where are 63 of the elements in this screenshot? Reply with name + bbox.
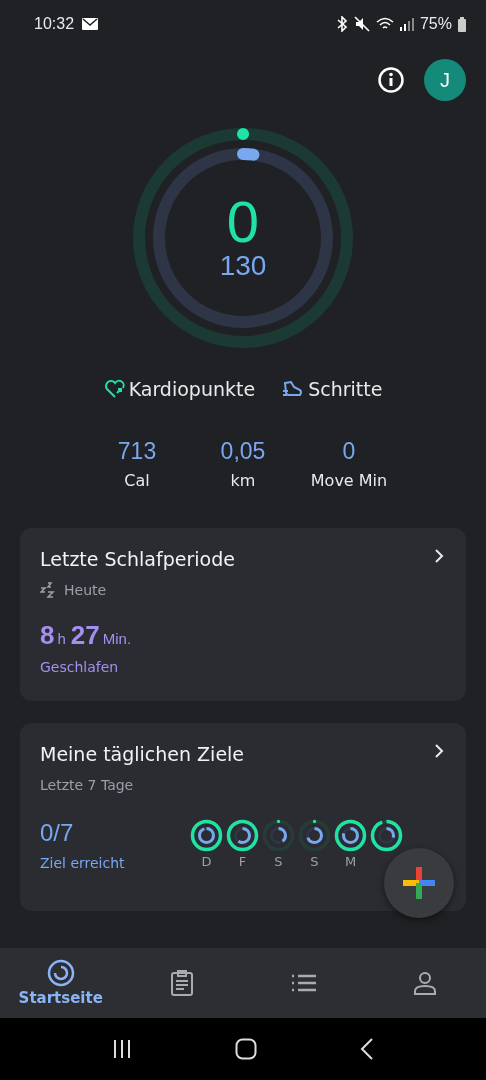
day-steps-ring bbox=[305, 826, 324, 845]
card-title: Meine täglichen Ziele bbox=[40, 743, 245, 765]
chevron-right-icon bbox=[434, 743, 444, 759]
status-time: 10:32 bbox=[34, 15, 75, 33]
day-steps-ring bbox=[341, 826, 360, 845]
bluetooth-icon bbox=[335, 16, 348, 32]
day-cardio-ring bbox=[298, 819, 331, 852]
day-steps-ring bbox=[269, 826, 288, 845]
day-label: F bbox=[238, 854, 247, 869]
day-cardio-ring bbox=[226, 819, 259, 852]
day-cardio-ring bbox=[262, 819, 295, 852]
sleep-date: Heute bbox=[64, 582, 107, 598]
stat-unit: Move Min bbox=[310, 471, 388, 490]
wifi-icon bbox=[375, 17, 394, 31]
goals-count: 0/7 bbox=[40, 819, 75, 847]
card-title: Letzte Schlafperiode bbox=[40, 548, 235, 570]
list-icon bbox=[290, 973, 317, 993]
back-icon[interactable] bbox=[360, 1038, 375, 1060]
goals-caption: Ziel erreicht bbox=[40, 855, 126, 871]
legend-label: Schritte bbox=[308, 378, 383, 400]
day-steps-ring bbox=[233, 826, 252, 845]
goals-card[interactable]: Meine täglichen Ziele Letzte 7 Tage 0/7 Ziel erreicht D F S S M bbox=[20, 723, 466, 911]
chevron-right-icon bbox=[434, 548, 444, 564]
sleep-caption: Geschlafen bbox=[40, 659, 120, 675]
recent-apps-icon[interactable] bbox=[111, 1039, 132, 1059]
info-icon[interactable] bbox=[378, 67, 404, 93]
plus-icon bbox=[403, 867, 435, 899]
day-steps-ring bbox=[197, 826, 216, 845]
battery-percent: 75% bbox=[419, 15, 452, 33]
sleep-hours: 8 bbox=[40, 620, 55, 651]
clipboard-icon bbox=[170, 969, 195, 997]
stat-value: 0,05 bbox=[220, 438, 266, 465]
day-label: D bbox=[201, 854, 212, 869]
nav-tab[interactable]: Startseite bbox=[0, 948, 122, 1018]
sleep-minutes: 27 bbox=[70, 620, 100, 651]
day-cardio-ring bbox=[190, 819, 223, 852]
stat-value: 0 bbox=[342, 438, 356, 465]
sleep-icon bbox=[40, 582, 58, 598]
hours-unit: h bbox=[57, 630, 66, 647]
stat-unit: km bbox=[230, 471, 256, 490]
day-cardio-ring bbox=[370, 819, 403, 852]
legend-label: Kardiopunkte bbox=[128, 378, 256, 400]
cardio-points-value: 0 bbox=[226, 194, 260, 250]
mail-icon bbox=[82, 18, 99, 30]
goals-subtitle: Letzte 7 Tage bbox=[40, 777, 135, 793]
person-icon bbox=[413, 970, 438, 996]
mute-icon bbox=[353, 16, 370, 32]
home-icon[interactable] bbox=[235, 1038, 257, 1060]
heart-icon bbox=[103, 379, 126, 399]
day-cardio-ring bbox=[334, 819, 367, 852]
day-label: S bbox=[310, 854, 319, 869]
avatar[interactable]: J bbox=[424, 59, 466, 101]
steps-value: 130 bbox=[219, 250, 267, 282]
ring-icon bbox=[46, 959, 75, 987]
stat-value: 713 bbox=[117, 438, 157, 465]
day-steps-ring bbox=[377, 826, 396, 845]
battery-icon bbox=[458, 16, 466, 32]
day-label: S bbox=[274, 854, 283, 869]
stat-unit: Cal bbox=[124, 471, 150, 490]
sleep-card[interactable]: Letzte Schlafperiode Heute 8 h 27 Min. Geschlafen bbox=[20, 528, 466, 701]
day-label: M bbox=[344, 854, 357, 869]
minutes-unit: Min. bbox=[102, 630, 132, 647]
signal-icon bbox=[399, 17, 414, 31]
